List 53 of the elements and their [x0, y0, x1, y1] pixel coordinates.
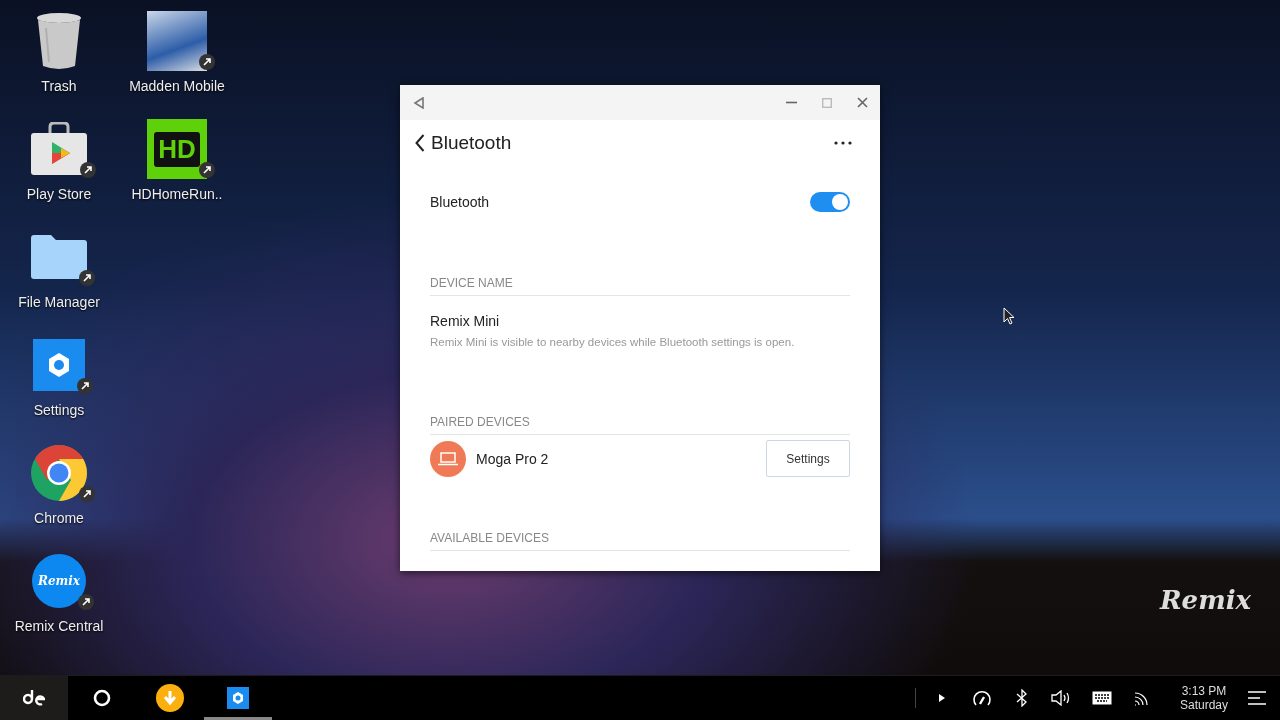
close-icon[interactable] — [857, 97, 868, 108]
page-title: Bluetooth — [431, 132, 512, 154]
clock-day: Saturday — [1179, 698, 1228, 712]
browser-icon — [31, 445, 87, 501]
section-heading: PAIRED DEVICES — [430, 415, 850, 435]
shortcut-label: HDHomeRun.. — [131, 186, 223, 202]
logo-text: Remix — [38, 574, 80, 588]
trash-can-icon — [36, 12, 82, 70]
desktop-shortcut[interactable]: Play Store — [0, 118, 118, 226]
more-options-icon[interactable] — [834, 141, 852, 145]
wallpaper-logo: Remix — [1160, 585, 1252, 615]
mouse-pointer-icon — [1003, 307, 1015, 325]
shortcut-label: Remix Central — [14, 618, 104, 634]
gear-icon — [33, 339, 85, 391]
description-text: Remix Mini is visible to nearby devices while Bluetooth settings is open. — [430, 336, 796, 348]
shortcut-label: Trash — [41, 78, 77, 94]
speedometer-icon[interactable] — [971, 689, 992, 707]
device-settings-button[interactable]: Settings — [766, 440, 850, 477]
desktop-shortcut[interactable]: Madden Mobile — [118, 10, 236, 118]
shortcut-label: Chrome — [34, 510, 84, 526]
bluetooth-icon[interactable] — [1015, 689, 1028, 707]
download-icon — [156, 684, 184, 712]
shortcut-label: Settings — [33, 402, 85, 418]
logo-text: HD — [154, 131, 200, 167]
desktop-shortcut[interactable]: Settings — [0, 334, 118, 442]
back-triangle-icon[interactable] — [413, 96, 425, 109]
launcher-logo-icon — [23, 689, 45, 707]
photo-placeholder — [147, 11, 207, 71]
desktop-shortcut[interactable]: HD HDHomeRun.. — [118, 118, 236, 226]
clock-time: 3:13 PM — [1181, 684, 1227, 698]
desktop-shortcut[interactable]: Trash — [0, 10, 118, 118]
device-name: Remix Mini — [430, 313, 501, 329]
desktop-shortcut[interactable]: File Manager — [0, 226, 118, 334]
keyboard-icon[interactable] — [1091, 691, 1112, 705]
gear-icon — [227, 687, 249, 709]
signal-waves-icon[interactable] — [1133, 690, 1150, 706]
section-heading: DEVICE NAME — [430, 276, 850, 296]
section-heading: AVAILABLE DEVICES — [430, 531, 850, 551]
shopping-bag-icon — [30, 122, 88, 176]
shortcut-label: Madden Mobile — [129, 78, 225, 94]
taskbar-button[interactable] — [0, 676, 68, 720]
back-chevron-icon[interactable] — [415, 134, 425, 152]
setting-label: Bluetooth — [430, 194, 490, 210]
toggle-switch[interactable] — [810, 192, 850, 212]
expand-arrow-icon[interactable] — [938, 694, 945, 702]
desktop-shortcut[interactable]: Chrome — [0, 442, 118, 550]
device-name: Moga Pro 2 — [476, 450, 549, 467]
shortcut-label: File Manager — [18, 294, 100, 310]
desktop-shortcut[interactable]: Remix Remix Central — [0, 550, 118, 658]
home-circle-icon — [93, 689, 111, 707]
shortcut-label: Play Store — [26, 186, 92, 202]
folder-icon — [31, 235, 87, 279]
menu-icon[interactable] — [1248, 691, 1266, 705]
